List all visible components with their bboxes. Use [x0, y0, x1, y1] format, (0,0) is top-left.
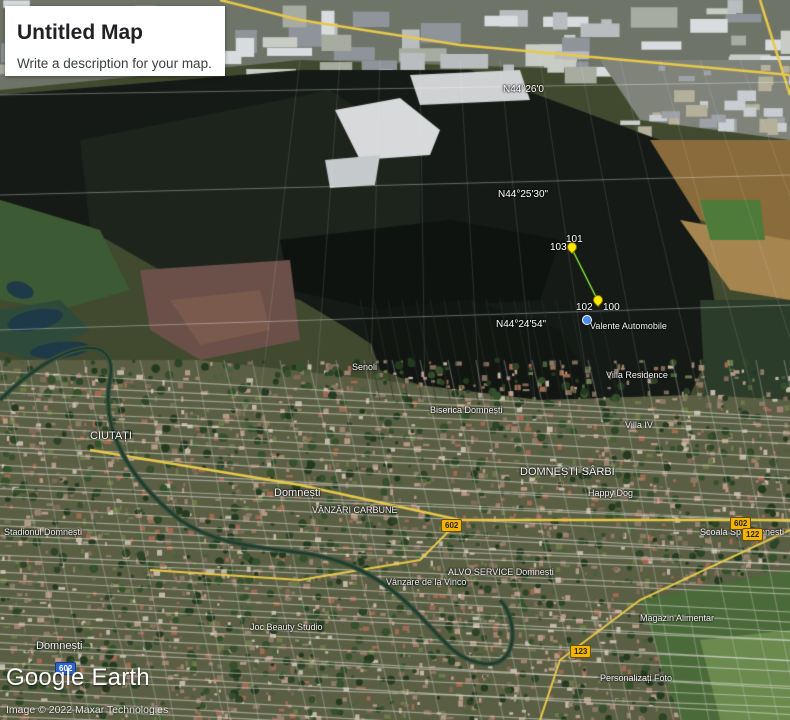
place-vanzari[interactable]: VÂNZĂRI CARBUNE: [312, 505, 398, 515]
place-stadion[interactable]: Stadionul Domnești: [4, 527, 82, 537]
place-magazin-alimentar[interactable]: Magazin Alimentar: [640, 613, 714, 623]
place-vanzare-vinco[interactable]: Vânzare de la Vinco: [386, 577, 466, 587]
placemark-label-101[interactable]: 101: [566, 234, 583, 245]
road-shield-122: 122: [742, 528, 764, 541]
place-domnesti-2[interactable]: Domnești: [36, 640, 82, 652]
map-description[interactable]: Write a description for your map.: [17, 56, 212, 71]
place-senoli[interactable]: Senoli: [352, 362, 377, 372]
google-earth-logo: Google Earth: [6, 664, 150, 691]
map-title[interactable]: Untitled Map: [17, 21, 143, 45]
latitude-label-upper: N44°25'30": [498, 189, 549, 200]
place-personalizati-foto[interactable]: Personalizați Foto: [600, 673, 672, 683]
place-happy-dog[interactable]: Happy Dog: [588, 488, 633, 498]
place-ciutati[interactable]: CIUTAȚI: [90, 430, 132, 442]
place-villa-iv[interactable]: Villa IV: [625, 420, 653, 430]
place-villa-residence[interactable]: Villa Residence: [606, 370, 668, 380]
imagery-attribution: Image © 2022 Maxar Technologies: [6, 704, 169, 716]
road-shield-602: 602: [441, 519, 463, 532]
placemark-label-100[interactable]: 100: [603, 302, 620, 313]
place-joc-beauty[interactable]: Joc Beauty Studio: [250, 622, 323, 632]
map-title-card[interactable]: Untitled Map Write a description for you…: [5, 6, 225, 76]
place-alvo-service[interactable]: ALVO SERVICE Domnești: [448, 567, 554, 577]
place-biserica[interactable]: Biserica Domnești: [430, 405, 503, 415]
placemark-label-103[interactable]: 103: [550, 242, 567, 253]
placemark-label-102[interactable]: 102: [576, 302, 593, 313]
road-shield-123: 123: [570, 645, 592, 658]
satellite-imagery[interactable]: [0, 0, 790, 720]
place-valente-automobile[interactable]: Valente Automobile: [590, 321, 667, 331]
place-domnesti[interactable]: Domnești: [274, 487, 320, 499]
latitude-label-top: N44°26'0: [503, 84, 544, 95]
latitude-label-lower: N44°24'54": [496, 319, 547, 330]
place-domnesti-sarbi[interactable]: DOMNEȘTI-SÂRBI: [520, 466, 615, 478]
